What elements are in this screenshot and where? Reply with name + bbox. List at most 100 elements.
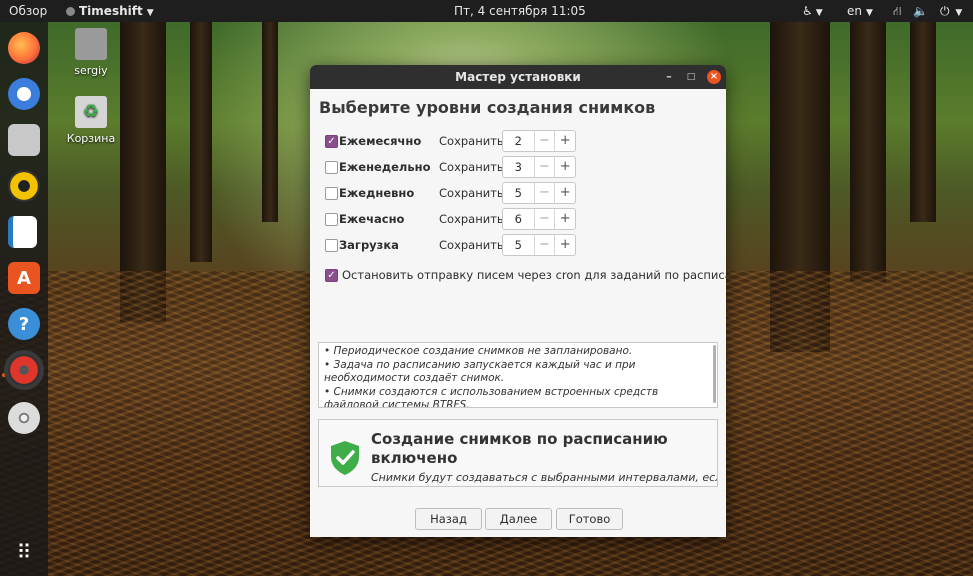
note-line: • Периодическое создание снимков не запл… [324, 345, 633, 357]
keep-count-value[interactable]: 6 [503, 209, 534, 229]
decrement-button[interactable]: − [533, 183, 555, 203]
level-checkbox[interactable] [325, 160, 338, 174]
trash-icon: ♻ [75, 96, 107, 128]
level-row-boot: Загрузка Сохранить 5 − + [325, 234, 576, 256]
clock[interactable]: Пт, 4 сентября 11:05 [454, 0, 586, 22]
window-titlebar[interactable]: Мастер установки – □ × [310, 65, 726, 89]
level-row-hourly: Ежечасно Сохранить 6 − + [325, 208, 576, 230]
timeshift-icon[interactable] [8, 354, 40, 386]
keep-label: Сохранить [439, 134, 504, 148]
keep-count-value[interactable]: 5 [503, 183, 534, 203]
system-menu[interactable]: ⛙ 🔈 ⏻ ▼ [893, 0, 962, 22]
increment-button[interactable]: + [554, 183, 575, 203]
timeshift-small-icon [66, 7, 75, 16]
tree-trunk [190, 22, 212, 262]
increment-button[interactable]: + [554, 209, 575, 229]
top-bar: Обзор Timeshift ▼ Пт, 4 сентября 11:05 ♿ ▼… [0, 0, 973, 22]
keep-label: Сохранить [439, 160, 504, 174]
cron-email-option: ✓ Остановить отправку писем через cron д… [325, 268, 726, 282]
desktop-home-label: sergiy [74, 64, 108, 77]
network-icon: ⛙ [893, 4, 902, 18]
desktop-trash[interactable]: ♻ Корзина [56, 96, 126, 145]
keyboard-layout-label: en [847, 4, 862, 18]
writer-icon[interactable] [8, 216, 37, 248]
tree-trunk [910, 22, 936, 222]
volume-icon: 🔈 [913, 4, 929, 18]
increment-button[interactable]: + [554, 157, 575, 177]
activities-button[interactable]: Обзор [9, 0, 47, 22]
dock: A ? ⠿ [0, 22, 48, 576]
files-icon[interactable] [8, 124, 40, 156]
status-subtitle: Снимки будут создаваться с выбранными ин… [371, 471, 718, 484]
app-menu-label: Timeshift [79, 4, 143, 18]
keep-label: Сохранить [439, 186, 504, 200]
show-apps-icon[interactable]: ⠿ [8, 536, 40, 568]
decrement-button[interactable]: − [533, 235, 555, 255]
notes-textview[interactable]: • Периодическое создание снимков не запл… [318, 342, 718, 408]
keep-count-spinner[interactable]: 2 − + [502, 130, 576, 152]
chevron-down-icon: ▼ [955, 8, 963, 18]
dvd-icon[interactable] [8, 402, 40, 434]
decrement-button[interactable]: − [533, 157, 555, 177]
level-checkbox[interactable]: ✓ [325, 134, 338, 148]
thunderbird-icon[interactable] [8, 78, 40, 110]
desktop-trash-label: Корзина [66, 132, 116, 145]
running-indicator [2, 373, 6, 377]
level-checkbox[interactable] [325, 238, 338, 252]
power-icon: ⏻ [940, 4, 950, 18]
level-label: Загрузка [339, 238, 399, 252]
back-button[interactable]: Назад [415, 508, 482, 530]
software-icon[interactable]: A [8, 262, 40, 294]
keep-label: Сохранить [439, 238, 504, 252]
keep-count-spinner[interactable]: 3 − + [502, 156, 576, 178]
cron-email-checkbox[interactable]: ✓ [325, 268, 338, 282]
decrement-button[interactable]: − [533, 209, 555, 229]
increment-button[interactable]: + [554, 235, 575, 255]
next-button[interactable]: Далее [485, 508, 552, 530]
note-line: • Задача по расписанию запускается кажды… [324, 358, 636, 385]
keep-label: Сохранить [439, 212, 504, 226]
window-title: Мастер установки [455, 70, 581, 84]
setup-wizard-window: Мастер установки – □ × Выберите уровни с… [310, 65, 726, 537]
firefox-icon[interactable] [8, 32, 40, 64]
notes-scrollbar[interactable] [713, 345, 716, 403]
level-row-monthly: ✓ Ежемесячно Сохранить 2 − + [325, 130, 576, 152]
chevron-down-icon: ▼ [146, 8, 154, 18]
level-label: Ежемесячно [339, 134, 422, 148]
cron-email-label: Остановить отправку писем через cron для… [342, 268, 726, 282]
minimize-button[interactable]: – [662, 70, 676, 84]
keyboard-layout-menu[interactable]: en ▼ [847, 0, 873, 22]
rhythmbox-icon[interactable] [8, 170, 40, 202]
keep-count-spinner[interactable]: 5 − + [502, 234, 576, 256]
keep-count-value[interactable]: 3 [503, 157, 534, 177]
keep-count-value[interactable]: 5 [503, 235, 534, 255]
level-row-daily: Ежедневно Сохранить 5 − + [325, 182, 576, 204]
maximize-button[interactable]: □ [684, 70, 698, 84]
chevron-down-icon: ▼ [815, 8, 823, 18]
tree-trunk [262, 22, 278, 222]
level-row-weekly: Еженедельно Сохранить 3 − + [325, 156, 576, 178]
decrement-button[interactable]: − [533, 131, 555, 151]
note-line: • Снимки создаются с использованием встр… [324, 385, 659, 408]
chevron-down-icon: ▼ [866, 8, 873, 18]
level-label: Ежедневно [339, 186, 415, 200]
level-label: Ежечасно [339, 212, 405, 226]
increment-button[interactable]: + [554, 131, 575, 151]
page-heading: Выберите уровни создания снимков [319, 98, 656, 117]
level-checkbox[interactable] [325, 212, 338, 226]
app-menu[interactable]: Timeshift ▼ [66, 0, 154, 22]
keep-count-spinner[interactable]: 5 − + [502, 182, 576, 204]
accessibility-menu[interactable]: ♿ ▼ [802, 0, 823, 22]
close-button[interactable]: × [707, 70, 721, 84]
level-checkbox[interactable] [325, 186, 338, 200]
schedule-status-panel: Создание снимков по расписанию включено … [318, 419, 718, 487]
keep-count-value[interactable]: 2 [503, 131, 534, 151]
finish-button[interactable]: Готово [556, 508, 623, 530]
keep-count-spinner[interactable]: 6 − + [502, 208, 576, 230]
desktop-home-folder[interactable]: sergiy [56, 28, 126, 77]
home-folder-icon [75, 28, 107, 60]
shield-check-icon [331, 441, 359, 475]
status-title: Создание снимков по расписанию включено [371, 430, 668, 467]
help-icon[interactable]: ? [8, 308, 40, 340]
tree-trunk [850, 22, 886, 282]
